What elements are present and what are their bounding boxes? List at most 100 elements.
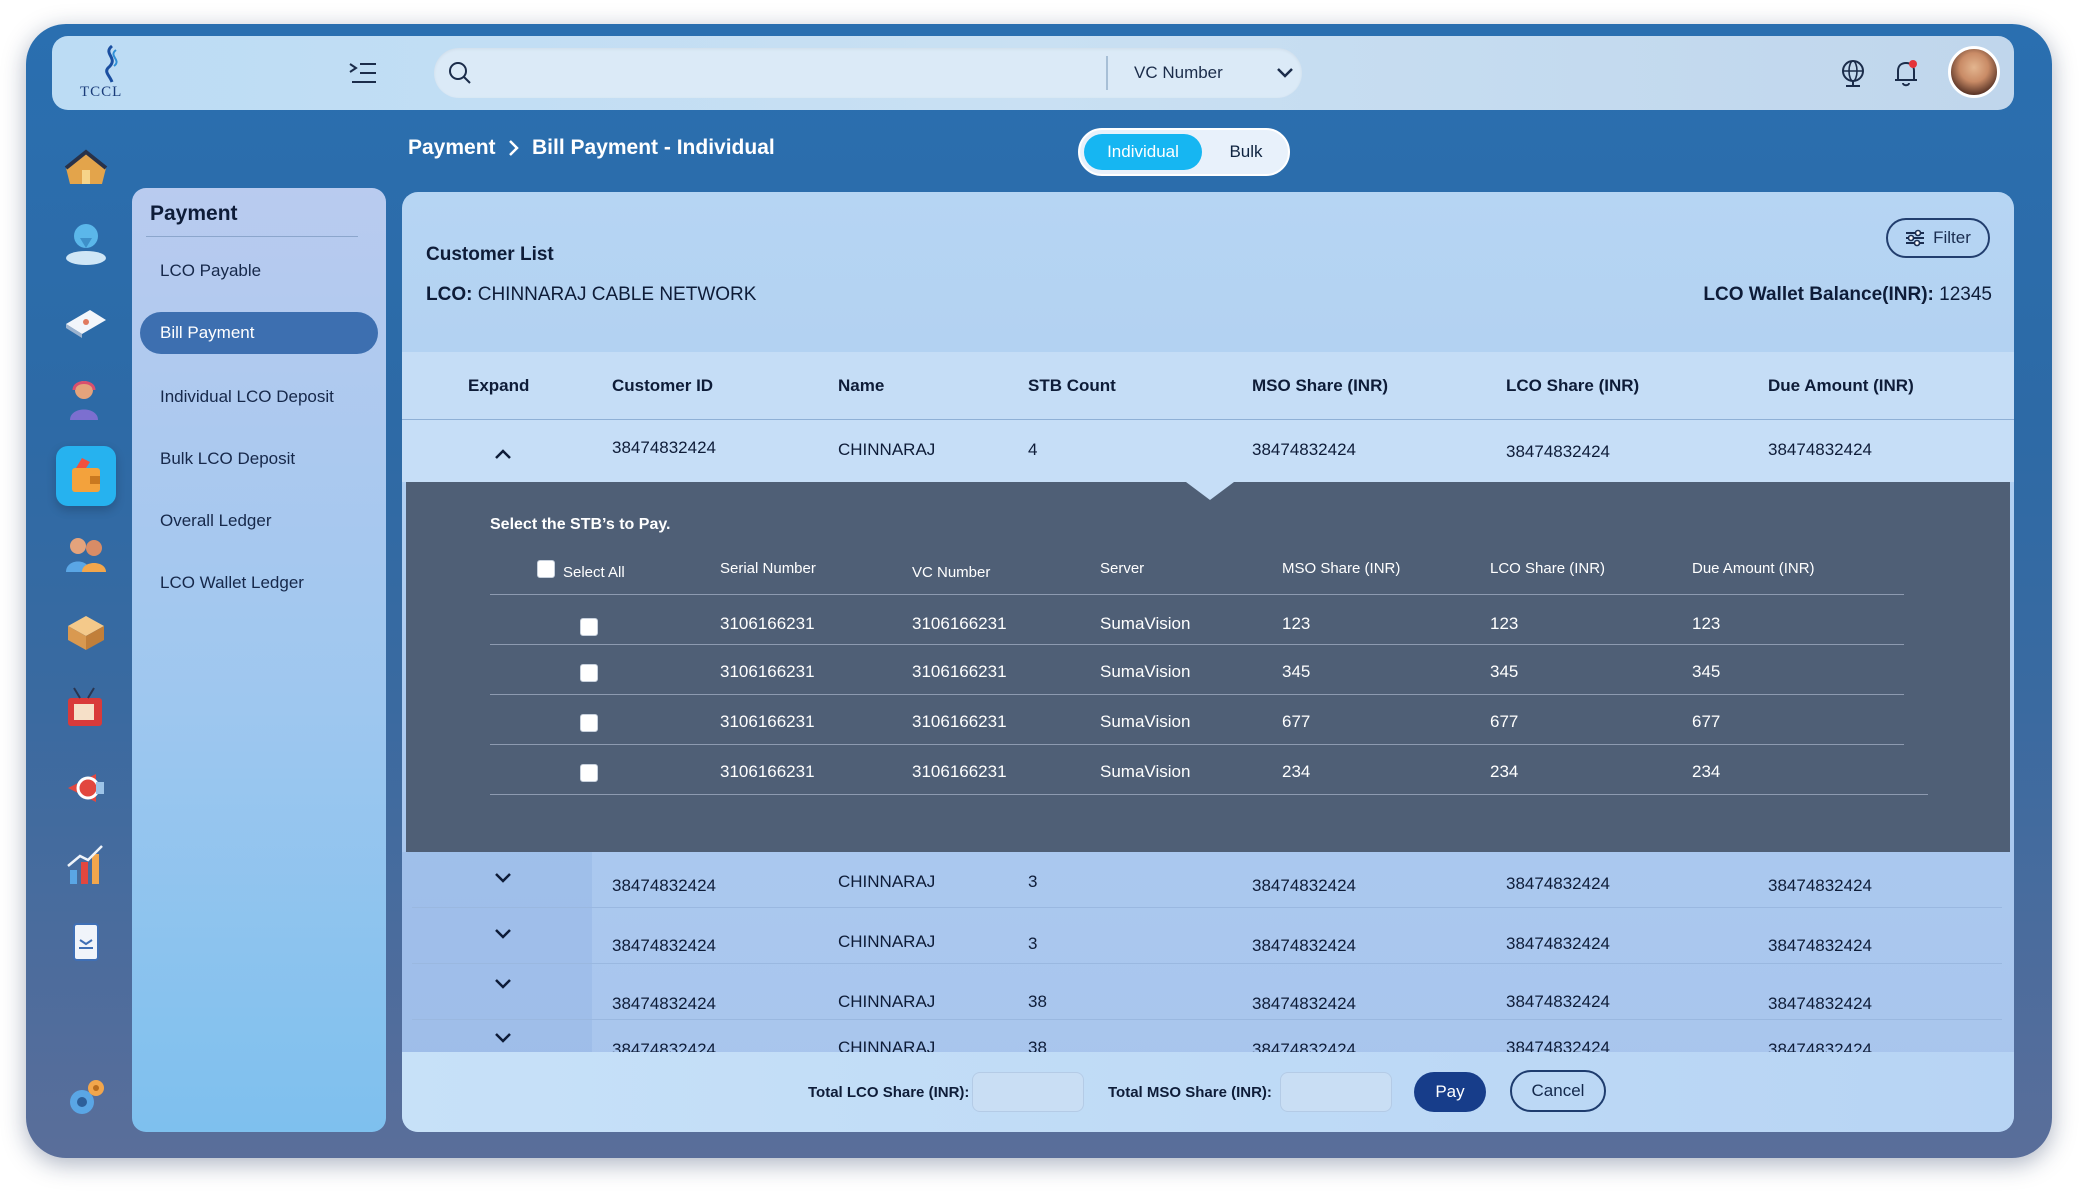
cell-customer-id: 38474832424 bbox=[612, 438, 717, 457]
rail-home-icon[interactable] bbox=[56, 138, 116, 198]
app-window: TCCL VC Number Payment LCO Payable Bill … bbox=[26, 24, 2052, 1158]
stb-serial: 3106166231 bbox=[720, 662, 815, 681]
menu-toggle-icon[interactable] bbox=[348, 60, 378, 86]
stb-server: SumaVision bbox=[1100, 614, 1191, 633]
cell-mso-share: 38474832424 bbox=[1252, 876, 1357, 895]
stb-divider bbox=[490, 644, 1904, 645]
stb-server: SumaVision bbox=[1100, 712, 1191, 731]
expand-pointer bbox=[1186, 482, 1234, 500]
col-lco-share: LCO Share (INR) bbox=[1506, 376, 1640, 395]
breadcrumb-root[interactable]: Payment bbox=[408, 136, 496, 160]
cancel-button[interactable]: Cancel bbox=[1510, 1070, 1606, 1112]
select-all-checkbox[interactable] bbox=[537, 560, 555, 578]
stb-col-server: Server bbox=[1100, 560, 1145, 577]
table-header: Expand Customer ID Name STB Count MSO Sh… bbox=[402, 352, 2014, 420]
chevron-down-icon[interactable] bbox=[490, 924, 516, 944]
cell-due-amount: 38474832424 bbox=[1768, 440, 1873, 459]
stb-vc: 3106166231 bbox=[912, 762, 1007, 781]
col-name: Name bbox=[838, 376, 885, 395]
pay-button[interactable]: Pay bbox=[1414, 1072, 1486, 1112]
cell-name: CHINNARAJ bbox=[838, 932, 936, 951]
toggle-bulk[interactable]: Bulk bbox=[1206, 134, 1286, 170]
search-input[interactable] bbox=[484, 56, 1074, 90]
stb-due: 234 bbox=[1692, 762, 1721, 781]
select-all-label: Select All bbox=[563, 564, 625, 581]
table-row[interactable]: 38474832424 CHINNARAJ 3 38474832424 3847… bbox=[402, 908, 2014, 964]
stb-row-checkbox[interactable] bbox=[580, 664, 598, 682]
brand-logo[interactable]: TCCL bbox=[74, 44, 144, 104]
stb-col-lco: LCO Share (INR) bbox=[1490, 560, 1606, 577]
filter-label: Filter bbox=[1933, 228, 1971, 247]
search-type-select[interactable]: VC Number bbox=[1134, 48, 1294, 98]
submenu-item-lco-payable[interactable]: LCO Payable bbox=[140, 250, 378, 292]
rail-settings-icon[interactable] bbox=[56, 1068, 116, 1128]
stb-vc: 3106166231 bbox=[912, 614, 1007, 633]
rail-user-support-icon[interactable] bbox=[56, 370, 116, 430]
stb-serial: 3106166231 bbox=[720, 712, 815, 731]
stb-serial: 3106166231 bbox=[720, 762, 815, 781]
cell-stb-count: 38 bbox=[1028, 992, 1047, 1011]
cell-due-amount: 38474832424 bbox=[1768, 936, 1873, 955]
table-row[interactable]: 38474832424 CHINNARAJ 3 38474832424 3847… bbox=[402, 852, 2014, 908]
chevron-down-icon[interactable] bbox=[490, 868, 516, 888]
submenu-item-lco-wallet-ledger[interactable]: LCO Wallet Ledger bbox=[140, 562, 378, 604]
col-customer-id: Customer ID bbox=[612, 376, 714, 395]
col-mso-share: MSO Share (INR) bbox=[1252, 376, 1389, 395]
chevron-right-icon bbox=[509, 140, 519, 156]
submenu-item-bulk-lco-deposit[interactable]: Bulk LCO Deposit bbox=[140, 438, 378, 480]
submenu-item-overall-ledger[interactable]: Overall Ledger bbox=[140, 500, 378, 542]
rail-tv-icon[interactable] bbox=[56, 680, 116, 740]
stb-due: 677 bbox=[1692, 712, 1721, 731]
toggle-individual[interactable]: Individual bbox=[1084, 134, 1202, 170]
stb-lco: 123 bbox=[1490, 614, 1519, 633]
rail-location-icon[interactable] bbox=[56, 214, 116, 274]
panel-title: Payment bbox=[150, 202, 238, 225]
rail-document-icon[interactable] bbox=[56, 914, 116, 974]
submenu-item-bill-payment[interactable]: Bill Payment bbox=[140, 312, 378, 354]
total-mso-field[interactable] bbox=[1280, 1072, 1392, 1112]
wallet-balance: LCO Wallet Balance(INR): 12345 bbox=[1703, 284, 1992, 306]
search-icon[interactable] bbox=[448, 61, 472, 85]
cell-name: CHINNARAJ bbox=[838, 992, 936, 1011]
filter-button[interactable]: Filter bbox=[1886, 218, 1990, 258]
top-bar: TCCL VC Number bbox=[52, 36, 2014, 110]
stb-col-mso: MSO Share (INR) bbox=[1282, 560, 1401, 577]
rail-wallet-icon[interactable] bbox=[56, 446, 116, 506]
cell-due-amount: 38474832424 bbox=[1768, 876, 1873, 895]
stb-mso: 345 bbox=[1282, 662, 1311, 681]
stb-lco: 234 bbox=[1490, 762, 1519, 781]
rail-customers-icon[interactable] bbox=[56, 524, 116, 584]
cell-lco-share: 38474832424 bbox=[1506, 992, 1611, 1011]
notification-bell-icon[interactable] bbox=[1892, 58, 1920, 88]
rail-offer-icon[interactable] bbox=[56, 758, 116, 818]
stb-row-checkbox[interactable] bbox=[580, 618, 598, 636]
cell-customer-id: 38474832424 bbox=[612, 936, 717, 955]
panel-divider bbox=[146, 236, 358, 237]
table-row[interactable]: 38474832424 CHINNARAJ 4 38474832424 3847… bbox=[402, 420, 2014, 482]
stb-lco: 345 bbox=[1490, 662, 1519, 681]
customer-list-card: Customer List LCO: CHINNARAJ CABLE NETWO… bbox=[402, 192, 2014, 1132]
chevron-up-icon[interactable] bbox=[490, 444, 516, 464]
chevron-down-icon[interactable] bbox=[490, 974, 516, 994]
lco-label: LCO: bbox=[426, 284, 473, 305]
stb-row-checkbox[interactable] bbox=[580, 764, 598, 782]
cell-mso-share: 38474832424 bbox=[1252, 440, 1357, 459]
stb-selection-panel: Select the STB’s to Pay. Select All Seri… bbox=[406, 482, 2010, 852]
cell-mso-share: 38474832424 bbox=[1252, 936, 1357, 955]
total-lco-field[interactable] bbox=[972, 1072, 1084, 1112]
user-avatar[interactable] bbox=[1948, 46, 2000, 98]
globe-icon[interactable] bbox=[1838, 58, 1868, 88]
stb-divider bbox=[490, 694, 1904, 695]
cell-name: CHINNARAJ bbox=[838, 440, 936, 459]
mode-toggle: Individual Bulk bbox=[1078, 128, 1290, 176]
stb-col-due: Due Amount (INR) bbox=[1692, 560, 1815, 577]
stb-serial: 3106166231 bbox=[720, 614, 815, 633]
rail-package-icon[interactable] bbox=[56, 602, 116, 662]
stb-mso: 234 bbox=[1282, 762, 1311, 781]
submenu-item-individual-lco-deposit[interactable]: Individual LCO Deposit bbox=[140, 376, 378, 418]
stb-row-checkbox[interactable] bbox=[580, 714, 598, 732]
table-row[interactable]: 38474832424 CHINNARAJ 38 38474832424 384… bbox=[402, 964, 2014, 1020]
payment-footer: Total LCO Share (INR): Total MSO Share (… bbox=[402, 1052, 2014, 1132]
rail-ticket-icon[interactable] bbox=[56, 292, 116, 352]
rail-analytics-icon[interactable] bbox=[56, 836, 116, 896]
